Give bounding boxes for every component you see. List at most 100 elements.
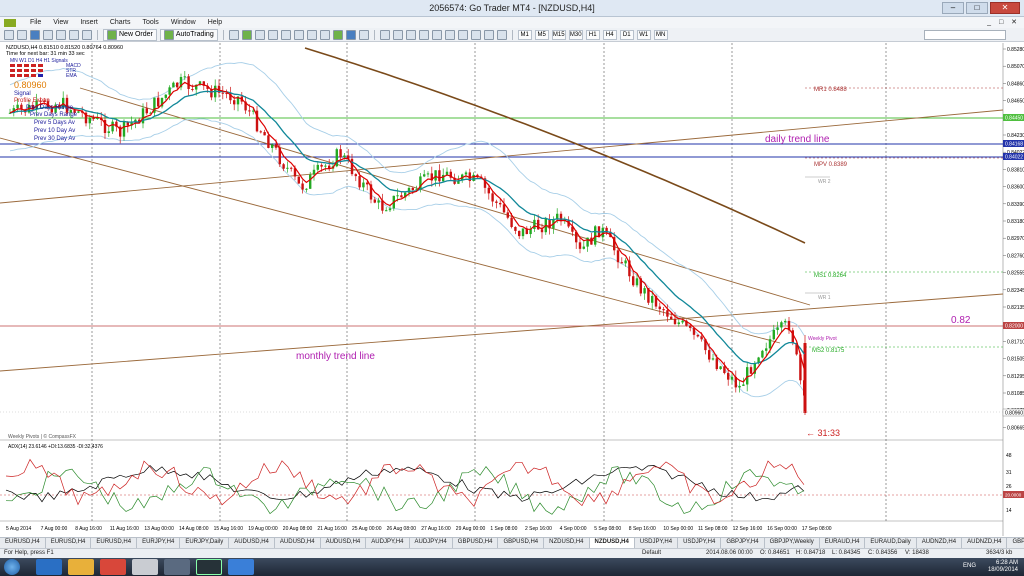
chart-tab[interactable]: GBPAUD,H4 [1007, 538, 1024, 548]
indicators-icon[interactable] [332, 29, 343, 40]
fibonacci-icon[interactable] [457, 29, 468, 40]
profiles-icon[interactable] [17, 29, 27, 40]
timeframe-w1[interactable]: W1 [636, 29, 651, 40]
app-icon[interactable] [4, 18, 16, 27]
chart-tab[interactable]: AUDUSD,H4 [275, 538, 321, 548]
candle-body [746, 367, 749, 385]
chart-tab[interactable]: AUDJPY,H4 [410, 538, 453, 548]
chart-tab[interactable]: EURAUD,Daily [865, 538, 917, 548]
text-tool-icon[interactable] [470, 29, 481, 40]
new-order-button[interactable]: New Order [103, 28, 157, 41]
start-button[interactable] [4, 559, 20, 575]
templates-icon[interactable] [358, 29, 369, 40]
timeframe-h4[interactable]: H4 [602, 29, 617, 40]
timeframe-m5[interactable]: M5 [534, 29, 549, 40]
menu-window[interactable]: Window [171, 19, 196, 26]
candle-body [122, 121, 126, 137]
timeframe-d1[interactable]: D1 [619, 29, 634, 40]
timeframe-mn[interactable]: MN [653, 29, 668, 40]
mt4-taskbar-icon[interactable] [196, 559, 222, 575]
tester-icon[interactable] [82, 29, 92, 40]
cursor-icon[interactable] [379, 29, 390, 40]
chart-tab[interactable]: AUDNZD,H4 [917, 538, 963, 548]
bar-chart-icon[interactable] [228, 29, 239, 40]
calculator-taskbar-icon[interactable] [132, 559, 158, 575]
new-chart-icon[interactable] [4, 29, 14, 40]
chart-tab[interactable]: EURJPY,Daily [180, 538, 230, 548]
menu-tools[interactable]: Tools [142, 19, 158, 26]
label-tool-icon[interactable] [483, 29, 494, 40]
minimize-button[interactable]: – [942, 2, 964, 14]
timeframe-m30[interactable]: M30 [568, 29, 583, 40]
chart-tab[interactable]: AUDUSD,H4 [321, 538, 367, 548]
window-titlebar: 2056574: Go Trader MT4 - [NZDUSD,H4] – □… [0, 0, 1024, 17]
candle-body [145, 108, 148, 114]
zoom-in-icon[interactable] [267, 29, 278, 40]
status-profile[interactable]: Default [642, 550, 661, 556]
crosshair-icon[interactable] [392, 29, 403, 40]
chart-tab[interactable]: EURUSD,H4 [0, 538, 46, 548]
zoom-out-icon[interactable] [280, 29, 291, 40]
candlestick-icon[interactable] [241, 29, 252, 40]
close-button[interactable]: ✕ [990, 2, 1020, 14]
terminal-icon[interactable] [69, 29, 79, 40]
periods-icon[interactable] [345, 29, 356, 40]
chart-tab[interactable]: USDJPY,H4 [635, 538, 679, 548]
app2-taskbar-icon[interactable] [228, 559, 254, 575]
price-chart[interactable]: NZDUSD,H4 0.81510 0.81520 0.80764 0.8096… [0, 43, 1024, 536]
chrome-taskbar-icon[interactable] [100, 559, 126, 575]
chart-shift-icon[interactable] [319, 29, 330, 40]
chart-tab[interactable]: AUDNZD,H4 [962, 538, 1008, 548]
chart-tab[interactable]: EURAUD,H4 [820, 538, 866, 548]
chart-tab[interactable]: EURJPY,H4 [137, 538, 181, 548]
line-chart-icon[interactable] [254, 29, 265, 40]
price-axis-label: 0.81710 [1007, 339, 1024, 345]
language-indicator[interactable]: ENG [963, 563, 976, 569]
candle-body [445, 171, 449, 175]
maximize-button[interactable]: □ [966, 2, 988, 14]
navigator-icon[interactable] [56, 29, 66, 40]
ie-taskbar-icon[interactable] [36, 559, 62, 575]
timeframe-m15[interactable]: M15 [551, 29, 566, 40]
chart-tab[interactable]: USDJPY,H4 [678, 538, 722, 548]
timeframe-m1[interactable]: M1 [517, 29, 532, 40]
chart-tab[interactable]: GBPUSD,H4 [498, 538, 545, 548]
app-taskbar-icon[interactable] [164, 559, 190, 575]
candle-body [176, 82, 179, 88]
horizontal-line-icon[interactable] [418, 29, 429, 40]
search-input[interactable] [924, 30, 1006, 40]
menu-charts[interactable]: Charts [110, 19, 131, 26]
menu-help[interactable]: Help [208, 19, 222, 26]
chart-tab[interactable]: AUDJPY,H4 [366, 538, 410, 548]
chart-tab[interactable]: GBPJPY,H4 [721, 538, 765, 548]
explorer-taskbar-icon[interactable] [68, 559, 94, 575]
menu-view[interactable]: View [53, 19, 68, 26]
mdi-controls[interactable]: _ □ ✕ [987, 18, 1020, 26]
channel-icon[interactable] [444, 29, 455, 40]
chart-tab[interactable]: EURUSD,H4 [91, 538, 138, 548]
data-window-icon[interactable] [43, 29, 53, 40]
candle-body [670, 316, 673, 320]
market-watch-icon[interactable] [30, 29, 40, 40]
chart-tab[interactable]: GBPUSD,H4 [453, 538, 499, 548]
autotrading-button[interactable]: AutoTrading [159, 28, 218, 41]
chart-tab[interactable]: AUDUSD,H4 [229, 538, 275, 548]
timeframe-h1[interactable]: H1 [585, 29, 600, 40]
chart-tab[interactable]: NZDUSD,H4 [589, 538, 635, 548]
price-axis-label: 0.81505 [1007, 357, 1024, 363]
chart-tab[interactable]: NZDUSD,H4 [544, 538, 590, 548]
menu-file[interactable]: File [30, 19, 41, 26]
candle-body [635, 278, 639, 286]
chart-tab[interactable]: GBPJPY,Weekly [765, 538, 820, 548]
trendline-icon[interactable] [431, 29, 442, 40]
vertical-line-icon[interactable] [405, 29, 416, 40]
arrows-icon[interactable] [496, 29, 507, 40]
tile-windows-icon[interactable] [293, 29, 304, 40]
candle-body [784, 320, 787, 323]
chart-tab[interactable]: EURUSD,H4 [46, 538, 92, 548]
chart-window[interactable]: NZDUSD,H4 0.81510 0.81520 0.80764 0.8096… [0, 43, 1024, 536]
system-clock[interactable]: 6:28 AM 18/09/2014 [988, 560, 1018, 574]
autoscroll-icon[interactable] [306, 29, 317, 40]
candle-body [502, 204, 506, 213]
menu-insert[interactable]: Insert [80, 19, 98, 26]
